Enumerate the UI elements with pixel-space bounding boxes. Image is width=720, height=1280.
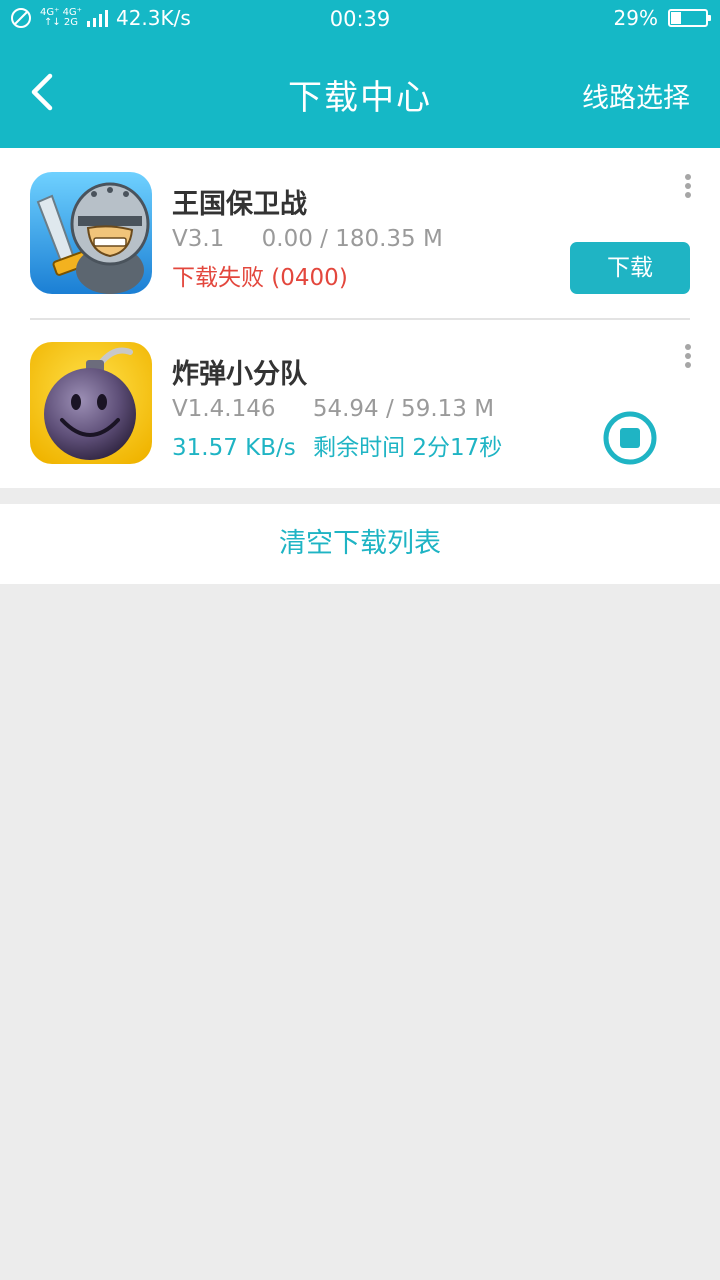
route-select-button[interactable]: 线路选择 [582, 76, 690, 115]
more-options-button[interactable] [684, 174, 692, 202]
more-options-button[interactable] [684, 344, 692, 372]
app-version: V1.4.146 [172, 396, 276, 422]
download-size: 0.00 / 180.35 M [261, 226, 443, 252]
bomb-game-icon [30, 342, 152, 464]
download-item: 王国保卫战 V3.1 0.00 / 180.35 M 下载失败 (0400) 下… [0, 148, 720, 318]
battery-percent: 29% [613, 6, 658, 30]
stop-icon [603, 411, 657, 465]
remaining-time: 剩余时间 2分17秒 [313, 435, 503, 461]
more-vertical-icon [685, 344, 691, 350]
more-vertical-icon [685, 174, 691, 180]
download-list: 王国保卫战 V3.1 0.00 / 180.35 M 下载失败 (0400) 下… [0, 148, 720, 488]
status-right: 29% [613, 6, 711, 30]
app-version: V3.1 [172, 226, 225, 252]
clear-list-button[interactable]: 清空下载列表 [0, 504, 720, 584]
status-bar: 4G⁺ 4G⁺ ↑↓ 2G 42.3K/s 00:39 29% [0, 0, 720, 40]
knight-game-icon [30, 172, 152, 294]
nav-bar: 下载中心 线路选择 [0, 40, 720, 148]
app-name: 王国保卫战 [172, 189, 307, 220]
download-status-failed: 下载失败 (0400) [172, 265, 348, 291]
download-speed: 31.57 KB/s [172, 435, 296, 461]
status-time: 00:39 [329, 7, 391, 31]
app-name: 炸弹小分队 [172, 359, 307, 390]
battery-icon [668, 9, 711, 27]
app-meta: V3.1 0.00 / 180.35 M [172, 226, 443, 252]
stop-download-button[interactable] [602, 410, 658, 466]
download-progress-text: 31.57 KB/s 剩余时间 2分17秒 [172, 428, 502, 462]
app-header: 4G⁺ 4G⁺ ↑↓ 2G 42.3K/s 00:39 29% 下载中心 线路选… [0, 0, 720, 148]
download-button[interactable]: 下载 [570, 242, 690, 294]
app-meta: V1.4.146 54.94 / 59.13 M [172, 396, 494, 422]
download-size: 54.94 / 59.13 M [312, 396, 495, 422]
